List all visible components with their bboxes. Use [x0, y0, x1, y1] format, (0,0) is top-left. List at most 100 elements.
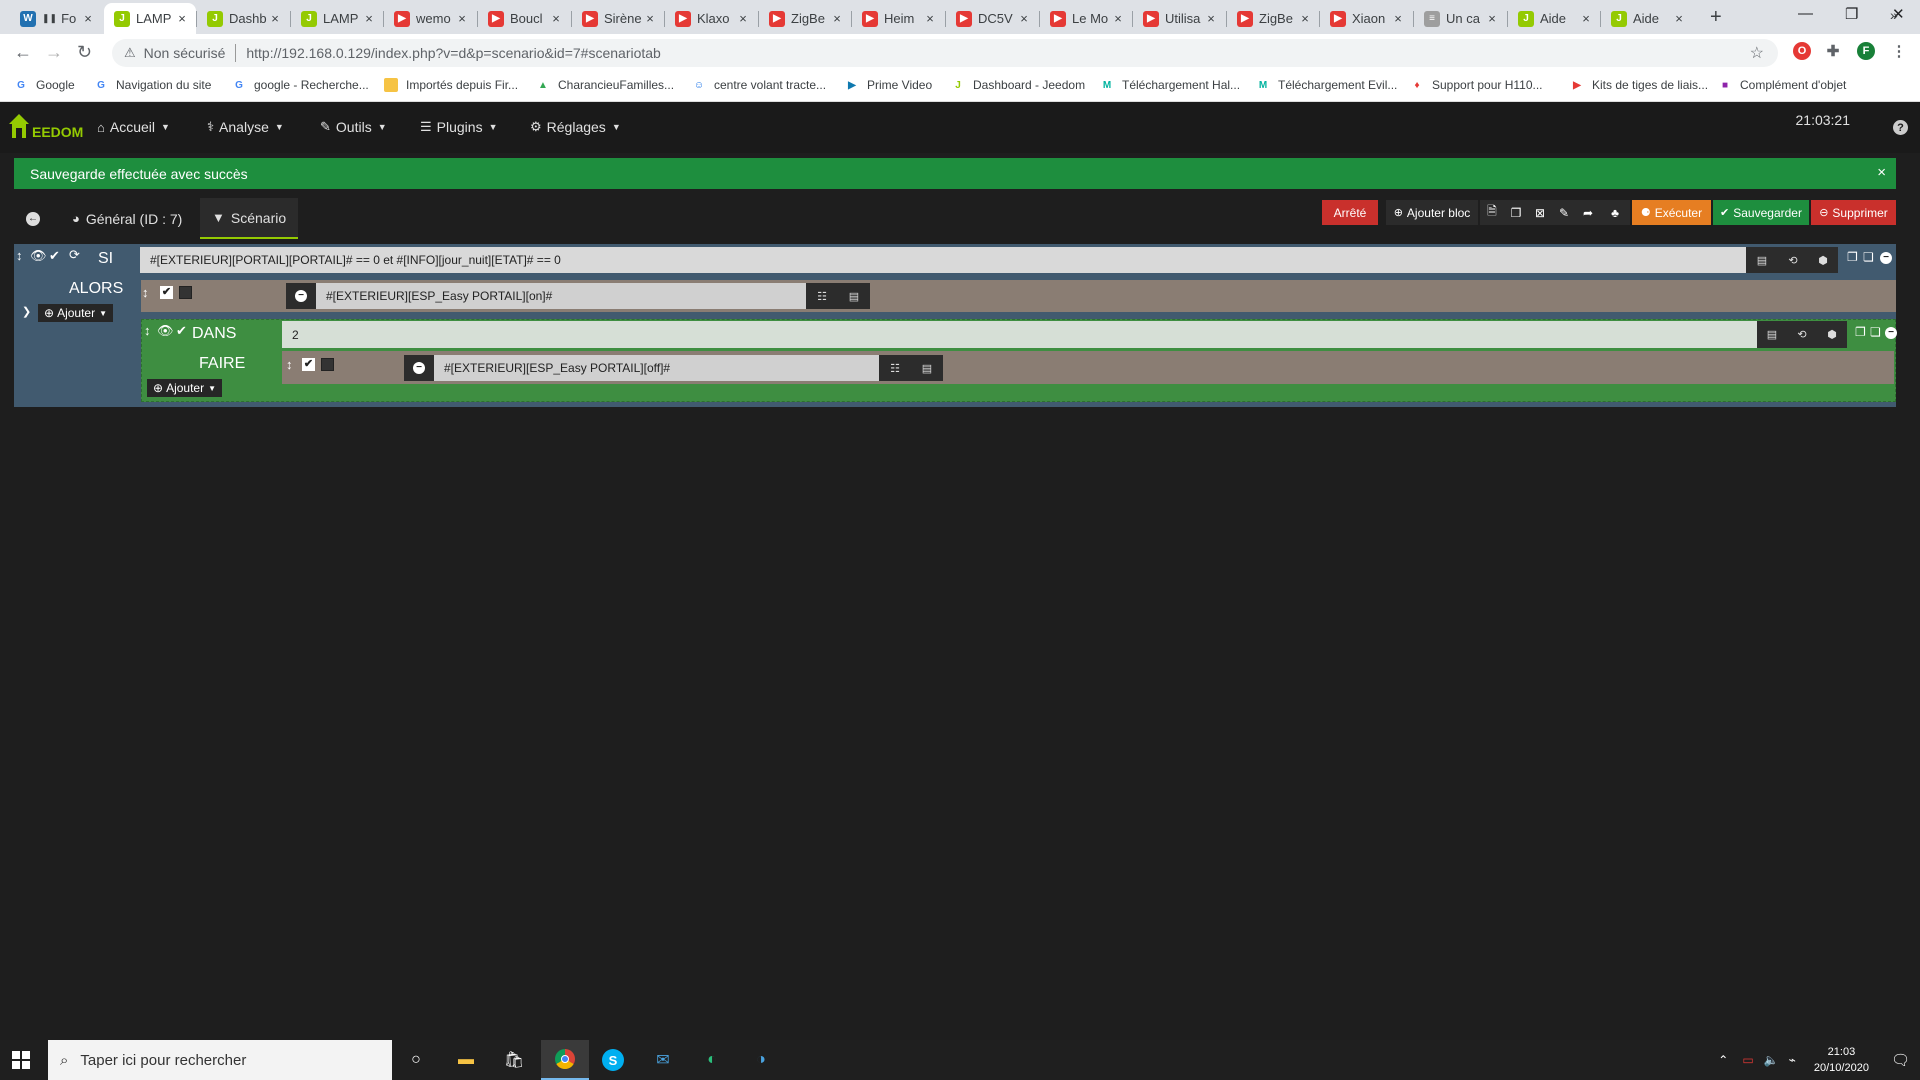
browser-tab[interactable]: J LAMP × [291, 3, 383, 34]
eye-icon[interactable]: 👁 [30, 248, 47, 264]
copy-icon[interactable]: ❐ [1504, 200, 1528, 225]
tab-close-icon[interactable]: × [361, 11, 377, 26]
browser-tab[interactable]: W ❚❚ Fo × [10, 3, 102, 34]
bookmarks-more-icon[interactable]: » [1890, 7, 1898, 23]
copy-block-icon[interactable]: ❐ [1855, 325, 1866, 339]
add-action-button[interactable]: ⊕ Ajouter ▼ [38, 304, 114, 322]
bookmark-item[interactable]: M Téléchargement Evil... [1256, 78, 1398, 92]
volume-icon[interactable]: 🔈 [1764, 1053, 1779, 1067]
copy-block-icon[interactable]: ❐ [1847, 250, 1858, 264]
bookmark-item[interactable]: M Téléchargement Hal... [1100, 78, 1240, 92]
bookmark-item[interactable]: ♦ Support pour H110... [1410, 78, 1542, 92]
command-list-icon[interactable]: ☷ [806, 283, 838, 309]
browser-tab[interactable]: ▶ ZigBe × [759, 3, 851, 34]
share-icon[interactable]: ➦ [1576, 200, 1600, 225]
notifications-icon[interactable]: 🗨 [1891, 1051, 1910, 1069]
app-icon[interactable]: ◑ [749, 1048, 773, 1072]
tray-clock[interactable]: 21:03 20/10/2020 [1814, 1044, 1869, 1076]
expression-list-icon[interactable]: ▤ [1746, 247, 1778, 273]
sitemap-icon[interactable]: ♣ [1600, 200, 1630, 225]
bookmark-item[interactable]: G Google [14, 78, 75, 92]
add-block-button[interactable]: ⊕ Ajouter bloc [1386, 200, 1478, 225]
battery-icon[interactable]: ▭ [1742, 1053, 1753, 1067]
browser-tab[interactable]: J LAMP × [104, 3, 196, 34]
tab-close-icon[interactable]: × [642, 11, 658, 26]
network-icon[interactable]: ⌁ [1789, 1053, 1796, 1067]
bookmark-item[interactable]: G Navigation du site [94, 78, 211, 92]
tab-close-icon[interactable]: × [1016, 11, 1032, 26]
chevron-up-icon[interactable]: ⌃ [1718, 1053, 1728, 1067]
menu-plugins[interactable]: ☰ Plugins ▼ [420, 119, 498, 135]
url-input[interactable]: ⚠ Non sécurisé http://192.168.0.129/inde… [112, 39, 1778, 67]
profile-avatar[interactable]: F [1857, 42, 1875, 60]
browser-tab[interactable]: ▶ Utilisa × [1133, 3, 1225, 34]
drag-handle-icon[interactable]: ↕ [286, 357, 293, 372]
tab-close-icon[interactable]: × [1484, 11, 1500, 26]
action-parallel-checkbox[interactable] [321, 358, 334, 371]
file-explorer-icon[interactable]: ▬ [454, 1048, 478, 1072]
execute-button[interactable]: ⚈ Exécuter [1632, 200, 1711, 225]
kebab-menu-icon[interactable]: ⋮ [1890, 42, 1908, 60]
browser-tab[interactable]: J Aide × [1601, 3, 1693, 34]
forward-icon[interactable]: → [45, 42, 63, 63]
tab-close-icon[interactable]: × [267, 11, 283, 26]
help-icon[interactable]: ? [1893, 120, 1908, 135]
minimize-icon[interactable]: — [1798, 5, 1813, 22]
action-parallel-checkbox[interactable] [179, 286, 192, 299]
faire-action-input[interactable]: #[EXTERIEUR][ESP_Easy PORTAIL][off]# [434, 355, 879, 381]
tab-close-icon[interactable]: × [1671, 11, 1687, 26]
paste-block-icon[interactable]: ❏ [1863, 250, 1874, 264]
remove-block-icon[interactable]: − [1880, 252, 1892, 264]
browser-tab[interactable]: ▶ Boucl × [478, 3, 570, 34]
tab-close-icon[interactable]: × [735, 11, 751, 26]
close-icon[interactable]: × [1877, 164, 1886, 181]
browser-tab[interactable]: ▶ Klaxo × [665, 3, 757, 34]
store-icon[interactable]: 🛍 [502, 1048, 526, 1072]
tab-close-icon[interactable]: × [454, 11, 470, 26]
action-enabled-checkbox[interactable]: ✔ [302, 358, 315, 371]
tab-close-icon[interactable]: × [548, 11, 564, 26]
delete-button[interactable]: ⊖ Supprimer [1811, 200, 1896, 225]
bookmark-item[interactable]: Ggoogle - Recherche... [232, 78, 369, 92]
command-select-icon[interactable]: ▤ [911, 355, 943, 381]
browser-tab[interactable]: ▶ wemo × [384, 3, 476, 34]
template-icon[interactable]: ⊠ [1528, 200, 1552, 225]
chrome-icon[interactable] [541, 1040, 589, 1080]
history-icon[interactable]: ⟲ [1787, 321, 1817, 348]
tab-close-icon[interactable]: × [1203, 11, 1219, 26]
check-icon[interactable]: ✔ [49, 248, 60, 264]
menu-outils[interactable]: ✎ Outils ▼ [320, 119, 387, 135]
tab-scenario[interactable]: ▼ Scénario [200, 198, 299, 239]
sync-icon[interactable]: ⟳ [69, 247, 80, 263]
remove-action-button[interactable]: − [404, 355, 434, 381]
tab-close-icon[interactable]: × [1110, 11, 1126, 26]
tab-general[interactable]: ◕ Général (ID : 7) [60, 198, 194, 239]
browser-tab[interactable]: ▶ DC5V × [946, 3, 1038, 34]
paste-block-icon[interactable]: ❏ [1870, 325, 1881, 339]
bookmark-item[interactable]: ☺ centre volant tracte... [692, 78, 826, 92]
bookmark-item[interactable]: Importés depuis Fir... [384, 78, 518, 92]
new-tab-button[interactable]: + [1710, 6, 1722, 29]
eye-icon[interactable]: 👁 [157, 323, 174, 339]
browser-tab[interactable]: J Aide × [1508, 3, 1600, 34]
back-icon[interactable]: ← [14, 42, 32, 63]
action-enabled-checkbox[interactable]: ✔ [160, 286, 173, 299]
tab-close-icon[interactable]: × [1390, 11, 1406, 26]
browser-tab[interactable]: ▶ Le Mo × [1040, 3, 1132, 34]
tab-close-icon[interactable]: × [80, 11, 96, 26]
browser-tab[interactable]: J Dashb × [197, 3, 289, 34]
drag-handle-icon[interactable]: ↕ [16, 248, 23, 263]
puzzle-extension-icon[interactable]: ✚ [1824, 42, 1842, 60]
remove-block-icon[interactable]: − [1885, 327, 1897, 339]
browser-tab[interactable]: ▶ Heim × [852, 3, 944, 34]
history-icon[interactable]: ⟲ [1778, 247, 1808, 273]
browser-tab[interactable]: ▶ ZigBe × [1227, 3, 1319, 34]
jeedom-logo[interactable]: EEDOM [8, 112, 83, 140]
command-list-icon[interactable]: ☷ [879, 355, 911, 381]
expression-list-icon[interactable]: ▤ [1757, 321, 1787, 348]
browser-tab[interactable]: ▶ Xiaon × [1320, 3, 1412, 34]
check-icon[interactable]: ✔ [176, 323, 187, 339]
drag-handle-icon[interactable]: ↕ [142, 285, 149, 300]
drag-handle-icon[interactable]: ↕ [144, 323, 151, 338]
tab-close-icon[interactable]: × [829, 11, 845, 26]
